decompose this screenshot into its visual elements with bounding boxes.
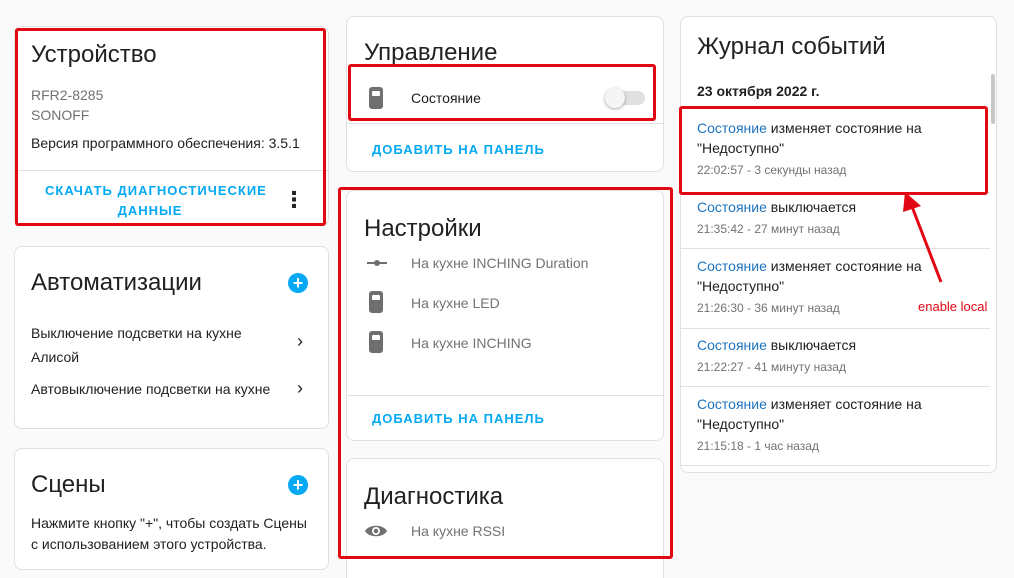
logbook-entry-message: изменяет состояние на bbox=[766, 396, 922, 412]
logbook-divider bbox=[681, 328, 990, 329]
logbook-entity-link[interactable]: Состояние bbox=[697, 258, 767, 274]
logbook-divider bbox=[681, 465, 990, 466]
diagnostics-card: Диагностика На кухне RSSI bbox=[346, 458, 664, 578]
controls-card: Управление Состояние ДОБАВИТЬ НА ПАНЕЛЬ bbox=[346, 16, 664, 172]
logbook-entity-link[interactable]: Состояние bbox=[697, 337, 767, 353]
switch-icon bbox=[369, 87, 383, 109]
toggle-knob bbox=[605, 88, 625, 108]
automation-item-line1: Выключение подсветки на кухне bbox=[31, 325, 242, 341]
logbook-scrollbar[interactable] bbox=[991, 74, 995, 124]
logbook-entry-time: 21:35:42 - 27 минут назад bbox=[697, 222, 840, 236]
logbook-entry-time: 21:15:18 - 1 час назад bbox=[697, 439, 819, 453]
logbook-title: Журнал событий bbox=[697, 33, 886, 60]
logbook-entity-link[interactable]: Состояние bbox=[697, 199, 767, 215]
settings-item-led[interactable]: На кухне LED bbox=[411, 295, 500, 311]
diagnostics-item-rssi[interactable]: На кухне RSSI bbox=[411, 523, 505, 539]
logbook-entry-time: 22:02:57 - 3 секунды назад bbox=[697, 163, 847, 177]
logbook-entry-time: 21:26:30 - 36 минут назад bbox=[697, 301, 840, 315]
controls-title: Управление bbox=[364, 39, 498, 66]
device-model: RFR2-8285 bbox=[31, 87, 104, 103]
device-firmware: Версия программного обеспечения: 3.5.1 bbox=[31, 135, 300, 151]
logbook-entry: Состояние выключается bbox=[697, 199, 856, 215]
settings-card: Настройки На кухне INCHING Duration На к… bbox=[346, 190, 664, 441]
download-diagnostics-line2: ДАННЫЕ bbox=[117, 203, 183, 218]
device-card: Устройство RFR2-8285 SONOFF Версия прогр… bbox=[14, 26, 329, 226]
logbook-entry: Состояние изменяет состояние на bbox=[697, 258, 922, 274]
annotation-label: enable local bbox=[918, 299, 988, 314]
logbook-entity-link[interactable]: Состояние bbox=[697, 120, 767, 136]
logbook-entry-message-line2: "Недоступно" bbox=[697, 416, 785, 432]
eye-icon bbox=[365, 525, 387, 537]
add-automation-icon[interactable]: + bbox=[288, 273, 308, 293]
logbook-entry: Состояние изменяет состояние на bbox=[697, 120, 922, 136]
annotation-arrow-icon bbox=[903, 192, 943, 283]
automation-item[interactable]: Автовыключение подсветки на кухне bbox=[31, 381, 270, 397]
automation-item-line2: Алисой bbox=[31, 349, 80, 365]
logbook-entry-time: 21:22:27 - 41 минуту назад bbox=[697, 360, 846, 374]
logbook-entity-link[interactable]: Состояние bbox=[697, 396, 767, 412]
controls-entity-label[interactable]: Состояние bbox=[411, 90, 481, 106]
device-manufacturer: SONOFF bbox=[31, 107, 90, 123]
chevron-right-icon: › bbox=[297, 331, 303, 351]
switch-icon bbox=[369, 331, 383, 353]
logbook-date: 23 октября 2022 г. bbox=[697, 83, 820, 99]
device-divider bbox=[15, 170, 328, 171]
logbook-entry-message: выключается bbox=[766, 199, 857, 215]
automation-item[interactable]: Выключение подсветки на кухне Алисой bbox=[31, 321, 301, 369]
controls-divider bbox=[347, 123, 663, 124]
device-card-title: Устройство bbox=[31, 41, 157, 68]
logbook-entry-message: выключается bbox=[766, 337, 857, 353]
settings-item-inching-duration[interactable]: На кухне INCHING Duration bbox=[411, 255, 588, 271]
logbook-divider bbox=[681, 386, 990, 387]
settings-divider bbox=[347, 395, 663, 396]
automations-title: Автоматизации bbox=[31, 269, 202, 296]
logbook-entry-message-line2: "Недоступно" bbox=[697, 278, 785, 294]
settings-item-inching[interactable]: На кухне INCHING bbox=[411, 335, 532, 351]
scenes-title: Сцены bbox=[31, 471, 106, 498]
logbook-entry: Состояние изменяет состояние на bbox=[697, 396, 922, 412]
more-options-icon[interactable]: ⋮ bbox=[283, 187, 305, 213]
slider-icon bbox=[367, 260, 387, 266]
logbook-entry-message-line2: "Недоступно" bbox=[697, 140, 785, 156]
controls-add-to-panel-button[interactable]: ДОБАВИТЬ НА ПАНЕЛЬ bbox=[372, 142, 545, 157]
scenes-hint-line2: с использованием этого устройства. bbox=[31, 536, 267, 552]
logbook-entry: Состояние выключается bbox=[697, 337, 856, 353]
settings-add-to-panel-button[interactable]: ДОБАВИТЬ НА ПАНЕЛЬ bbox=[372, 411, 545, 426]
automations-card: Автоматизации + Выключение подсветки на … bbox=[14, 246, 329, 429]
scenes-hint-line1: Нажмите кнопку "+", чтобы создать Сцены bbox=[31, 515, 307, 531]
chevron-right-icon: › bbox=[297, 378, 303, 398]
add-scene-icon[interactable]: + bbox=[288, 475, 308, 495]
download-diagnostics-button[interactable]: СКАЧАТЬ ДИАГНОСТИЧЕСКИЕ ДАННЫЕ bbox=[45, 181, 267, 221]
settings-title: Настройки bbox=[364, 215, 482, 242]
download-diagnostics-line1: СКАЧАТЬ ДИАГНОСТИЧЕСКИЕ bbox=[45, 183, 267, 198]
scenes-card: Сцены + Нажмите кнопку "+", чтобы создат… bbox=[14, 448, 329, 570]
logbook-entry-message: изменяет состояние на bbox=[766, 120, 922, 136]
switch-icon bbox=[369, 291, 383, 313]
diagnostics-title: Диагностика bbox=[364, 483, 504, 510]
